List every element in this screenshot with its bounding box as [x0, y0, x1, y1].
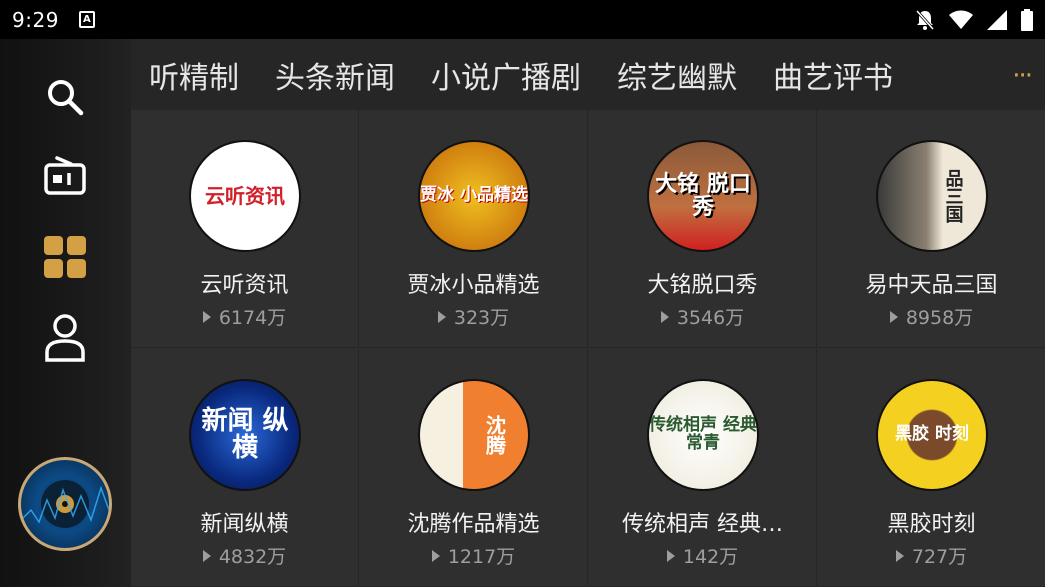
- sidebar-profile-button[interactable]: [40, 313, 90, 363]
- more-tabs-button[interactable]: ···: [1012, 61, 1033, 91]
- program-title: 贾冰小品精选: [407, 273, 540, 298]
- notifications-off-icon: [915, 9, 935, 30]
- play-icon: [889, 311, 898, 323]
- program-card[interactable]: 贾冰 小品精选 贾冰小品精选 323万: [360, 110, 588, 348]
- tab-2[interactable]: 小说广播剧: [413, 53, 599, 97]
- play-icon: [666, 550, 675, 562]
- accessibility-icon: A: [78, 11, 95, 28]
- program-title: 新闻纵横: [200, 512, 289, 537]
- program-cover: 沈腾: [418, 379, 530, 491]
- search-icon: [48, 80, 84, 116]
- play-icon: [660, 311, 669, 323]
- program-card[interactable]: 新闻 纵横 新闻纵横 4832万: [131, 349, 359, 587]
- play-count: 4832万: [131, 542, 358, 569]
- program-card[interactable]: 沈腾 沈腾作品精选 1217万: [360, 349, 588, 587]
- program-card[interactable]: 黑胶 时刻 黑胶时刻 727万: [818, 349, 1045, 587]
- sidebar-search-button[interactable]: [40, 72, 90, 122]
- program-cover: 黑胶 时刻: [876, 379, 988, 491]
- play-count: 1217万: [360, 542, 587, 569]
- play-icon: [202, 311, 211, 323]
- program-card[interactable]: 大铭 脱口秀 大铭脱口秀 3546万: [589, 110, 817, 348]
- tab-1[interactable]: 头条新闻: [257, 53, 413, 97]
- grid-icon: [44, 236, 86, 278]
- program-card[interactable]: 云听资讯 云听资讯 6174万: [131, 110, 359, 348]
- program-cover: 品三国: [876, 140, 988, 252]
- wifi-icon: [949, 10, 973, 29]
- program-title: 黑胶时刻: [887, 512, 976, 537]
- status-bar: 9:29 A: [0, 0, 1045, 39]
- play-count: 727万: [818, 542, 1045, 569]
- vinyl-record-icon: [21, 480, 109, 528]
- program-card[interactable]: 传统相声 经典常青 传统相声 经典… 142万: [589, 349, 817, 587]
- status-icons: [915, 8, 1033, 31]
- program-title: 传统相声 经典…: [622, 512, 783, 537]
- category-tabs: 听精制 头条新闻 小说广播剧 综艺幽默 曲艺评书 ···: [131, 39, 1045, 110]
- profile-icon: [45, 314, 85, 362]
- sidebar: [0, 39, 131, 587]
- play-count: 8958万: [818, 303, 1045, 330]
- program-title: 沈腾作品精选: [407, 512, 540, 537]
- play-icon: [895, 550, 904, 562]
- tab-0[interactable]: 听精制: [131, 53, 257, 97]
- program-title: 易中天品三国: [865, 273, 998, 298]
- program-cover: 新闻 纵横: [189, 379, 301, 491]
- play-count: 3546万: [589, 303, 816, 330]
- status-time: 9:29: [12, 7, 59, 32]
- now-playing-disc[interactable]: [18, 457, 112, 551]
- program-card[interactable]: 品三国 易中天品三国 8958万: [818, 110, 1045, 348]
- radio-icon: [44, 156, 86, 195]
- play-count: 6174万: [131, 303, 358, 330]
- program-title: 云听资讯: [200, 273, 289, 298]
- signal-icon: [987, 9, 1007, 30]
- play-count: 142万: [589, 542, 816, 569]
- play-icon: [431, 550, 440, 562]
- program-cover: 大铭 脱口秀: [647, 140, 759, 252]
- sidebar-radio-button[interactable]: [40, 151, 90, 201]
- content-grid: 云听资讯 云听资讯 6174万 贾冰 小品精选 贾冰小品精选 323万 大铭 脱…: [131, 110, 1045, 587]
- play-icon: [202, 550, 211, 562]
- play-icon: [437, 311, 446, 323]
- play-count: 323万: [360, 303, 587, 330]
- program-title: 大铭脱口秀: [647, 273, 758, 298]
- sidebar-library-button[interactable]: [40, 232, 90, 282]
- program-cover: 贾冰 小品精选: [418, 140, 530, 252]
- tab-4[interactable]: 曲艺评书: [755, 53, 911, 97]
- program-cover: 云听资讯: [189, 140, 301, 252]
- program-cover: 传统相声 经典常青: [647, 379, 759, 491]
- tab-3[interactable]: 综艺幽默: [599, 53, 755, 97]
- battery-icon: [1021, 8, 1033, 31]
